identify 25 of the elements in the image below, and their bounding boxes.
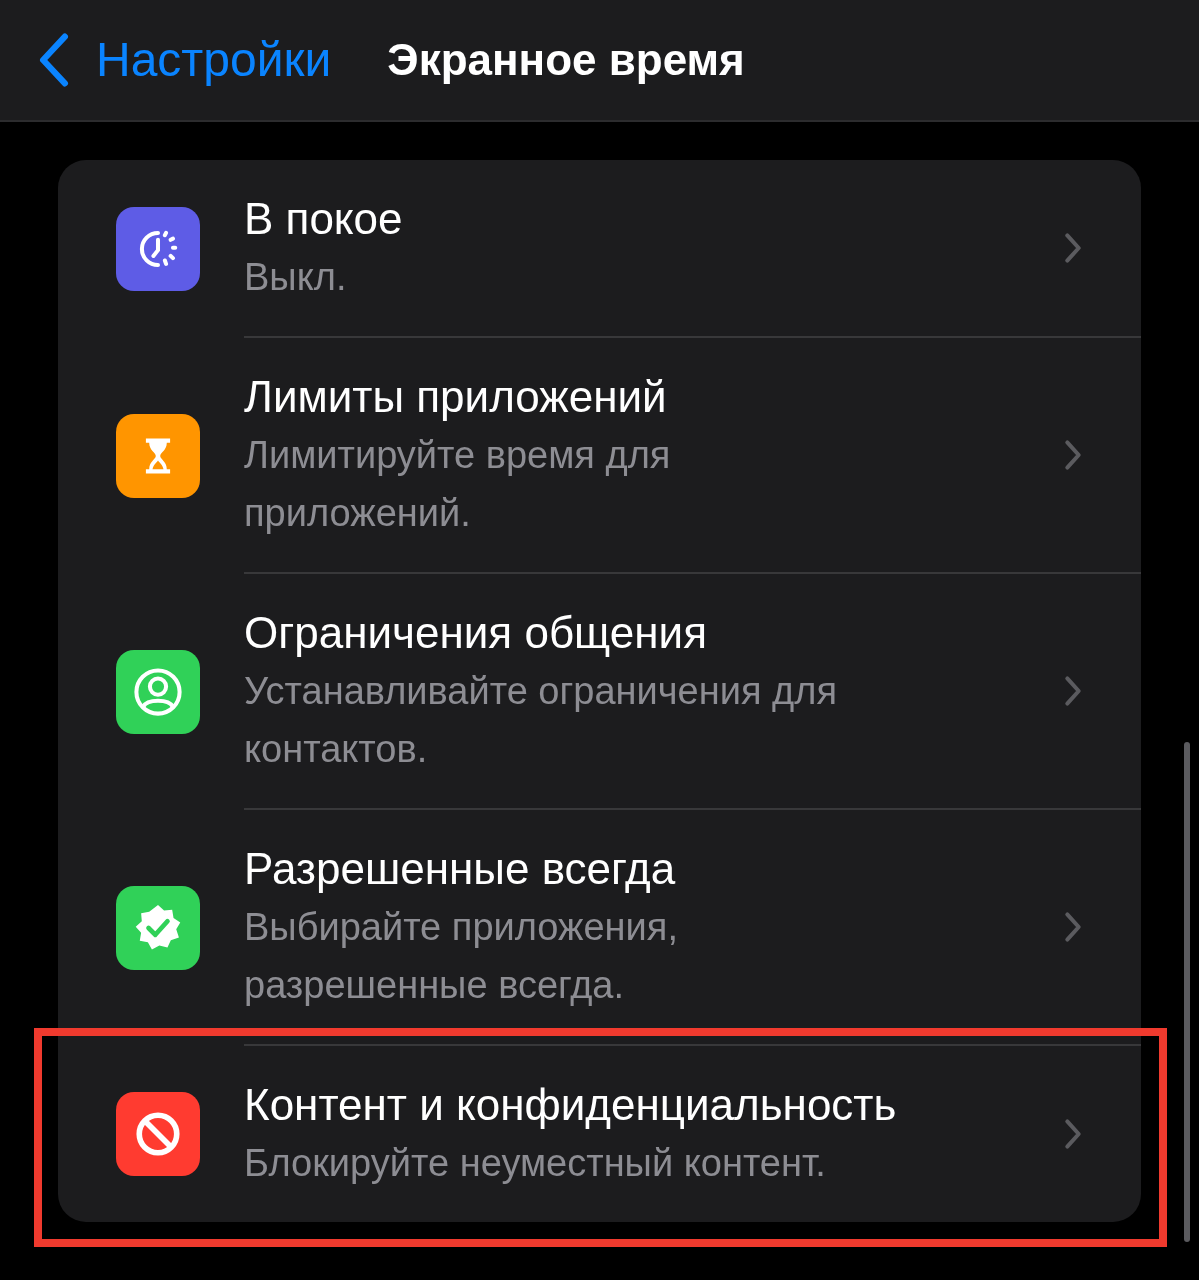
row-subtitle: Блокируйте неуместный контент.	[244, 1141, 827, 1186]
row-title: Ограничения общения	[244, 607, 708, 659]
person-circle-icon	[131, 665, 185, 719]
row-title: В покое	[244, 193, 404, 245]
chevron-icon	[1063, 911, 1083, 943]
row-title: Лимиты приложений	[244, 371, 668, 423]
settings-row[interactable]: Лимиты приложений Лимитируйте время для приложений.	[58, 338, 1141, 574]
row-subtitle: Выкл.	[244, 255, 348, 300]
row-subtitle: Устанавливайте ограничения для контактов.	[244, 669, 838, 772]
chevron-icon	[1063, 439, 1083, 471]
page-title: Экранное время	[387, 34, 745, 86]
row-subtitle: Лимитируйте время для приложений.	[244, 433, 672, 536]
chevron-icon	[1063, 232, 1083, 264]
settings-row[interactable]: Ограничения общения Устанавливайте ограничения для контактов.	[58, 574, 1141, 810]
chevron-icon	[1063, 675, 1083, 707]
settings-row[interactable]: В покое Выкл.	[58, 160, 1141, 338]
prohibited-icon	[133, 1109, 183, 1159]
row-title: Контент и конфиденциальность	[244, 1079, 898, 1131]
row-title: Разрешенные всегда	[244, 843, 677, 895]
chevron-icon	[1063, 1118, 1083, 1150]
settings-row[interactable]: Контент и конфиденциальность Блокируйте неуместный контент.	[58, 1046, 1141, 1222]
row-subtitle: Выбирайте приложения, разрешенные всегда.	[244, 905, 679, 1008]
back-chevron-icon	[38, 32, 70, 88]
settings-row[interactable]: Разрешенные всегда Выбирайте приложения, разрешенные всегда.	[58, 810, 1141, 1046]
back-button[interactable]: Настройки	[38, 24, 332, 96]
